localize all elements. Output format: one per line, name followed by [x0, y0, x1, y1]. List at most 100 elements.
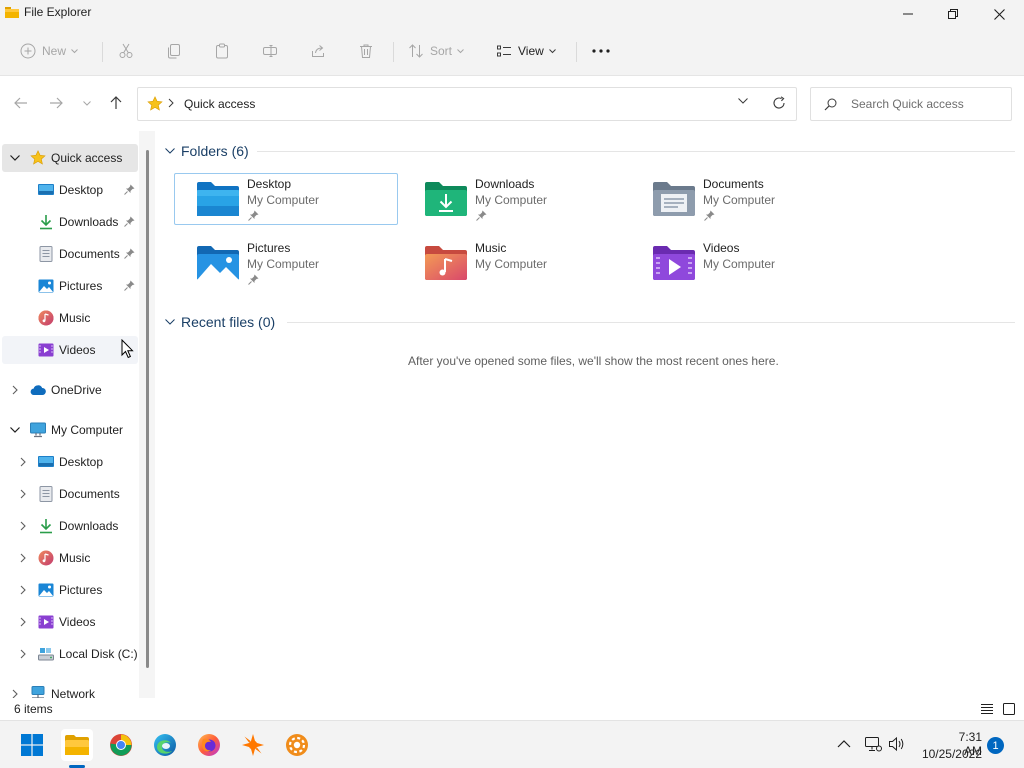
up-button[interactable]: [106, 93, 126, 113]
chevron-right-icon[interactable]: [17, 584, 29, 596]
folder-name: Pictures: [247, 241, 291, 255]
forward-button[interactable]: [46, 93, 66, 113]
nav-onedrive[interactable]: OneDrive: [2, 376, 138, 404]
close-button[interactable]: [976, 0, 1022, 28]
nav-label: Pictures: [59, 583, 103, 597]
sort-button[interactable]: Sort: [408, 38, 464, 64]
taskbar-firefox[interactable]: [193, 729, 225, 761]
pin-icon[interactable]: [124, 248, 135, 259]
folder-tile-documents[interactable]: Documents My Computer: [630, 173, 854, 225]
chevron-down-icon[interactable]: [738, 98, 748, 104]
view-button[interactable]: View: [496, 38, 556, 64]
nav-computer-documents[interactable]: Documents: [2, 480, 138, 508]
cut-button[interactable]: [118, 38, 134, 64]
nav-label: Desktop: [59, 183, 104, 197]
back-button[interactable]: [11, 93, 31, 113]
pin-icon[interactable]: [124, 280, 135, 291]
arrow-up-icon: [110, 96, 122, 109]
recent-group-header[interactable]: Recent files (0): [165, 312, 275, 332]
paste-button[interactable]: [214, 38, 230, 64]
nav-network[interactable]: Network: [2, 680, 138, 698]
nav-my-computer[interactable]: My Computer: [2, 416, 138, 444]
toolbar-separator: [102, 42, 103, 62]
chevron-right-icon[interactable]: [17, 488, 29, 500]
delete-button[interactable]: [358, 38, 374, 64]
chevron-right-icon[interactable]: [17, 648, 29, 660]
nav-computer-downloads[interactable]: Downloads: [2, 512, 138, 540]
chevron-right-icon[interactable]: [17, 616, 29, 628]
downloads-folder-icon: [425, 182, 467, 216]
maximize-button[interactable]: [930, 0, 976, 28]
recent-locations-button[interactable]: [77, 93, 97, 113]
nav-computer-desktop[interactable]: Desktop: [2, 448, 138, 476]
notification-badge[interactable]: 1: [987, 737, 1004, 754]
taskbar-avast[interactable]: [237, 729, 269, 761]
taskbar-chrome[interactable]: [105, 729, 137, 761]
rename-icon: [263, 45, 277, 57]
network-status-icon[interactable]: [864, 736, 882, 752]
start-button[interactable]: [16, 729, 48, 761]
nav-quick-downloads[interactable]: Downloads: [2, 208, 138, 236]
taskbar-edge[interactable]: [149, 729, 181, 761]
gear-icon: [286, 734, 308, 756]
music-folder-icon: [425, 246, 467, 280]
nav-quick-documents[interactable]: Documents: [2, 240, 138, 268]
pin-icon[interactable]: [124, 184, 135, 195]
search-box[interactable]: Search Quick access: [810, 87, 1012, 121]
group-divider: [287, 322, 1015, 323]
folder-tile-pictures[interactable]: Pictures My Computer: [174, 237, 398, 289]
folder-tile-desktop[interactable]: Desktop My Computer: [174, 173, 398, 225]
rename-button[interactable]: [262, 38, 278, 64]
nav-computer-videos[interactable]: Videos: [2, 608, 138, 636]
minimize-button[interactable]: [885, 0, 931, 28]
nav-quick-desktop[interactable]: Desktop: [2, 176, 138, 204]
chevron-down-icon[interactable]: [9, 152, 21, 164]
nav-computer-music[interactable]: Music: [2, 544, 138, 572]
nav-scrollbar-thumb[interactable]: [146, 150, 149, 668]
chevron-down-icon: [83, 100, 91, 106]
chevron-up-icon[interactable]: [837, 739, 851, 749]
nav-local-disk[interactable]: Local Disk (C:): [2, 640, 138, 668]
nav-computer-pictures[interactable]: Pictures: [2, 576, 138, 604]
tiles-view-icon[interactable]: [1001, 701, 1017, 717]
chevron-right-icon[interactable]: [9, 384, 21, 396]
chevron-right-icon: [168, 98, 174, 108]
status-bar: 6 items: [0, 698, 1024, 720]
chevron-right-icon[interactable]: [17, 552, 29, 564]
folder-tile-music[interactable]: Music My Computer: [402, 237, 626, 289]
nav-quick-access[interactable]: Quick access: [2, 144, 138, 172]
copy-button[interactable]: [166, 38, 182, 64]
arrow-right-icon: [50, 97, 63, 109]
taskbar-settings-app[interactable]: [281, 729, 313, 761]
share-button[interactable]: [310, 38, 326, 64]
nav-quick-pictures[interactable]: Pictures: [2, 272, 138, 300]
folder-tile-downloads[interactable]: Downloads My Computer: [402, 173, 626, 225]
taskbar-file-explorer[interactable]: [61, 729, 93, 761]
clock-date[interactable]: 10/25/2022: [920, 747, 982, 761]
document-icon: [39, 486, 53, 502]
see-more-button[interactable]: [592, 38, 610, 64]
nav-quick-music[interactable]: Music: [2, 304, 138, 332]
firefox-icon: [198, 734, 220, 756]
recent-empty-message: After you've opened some files, we'll sh…: [408, 354, 779, 368]
nav-label: Videos: [59, 615, 96, 629]
new-button[interactable]: New: [20, 38, 78, 64]
nav-quick-videos[interactable]: Videos: [2, 336, 138, 364]
chevron-down-icon[interactable]: [9, 424, 21, 436]
folders-group-header[interactable]: Folders (6): [165, 141, 249, 161]
refresh-icon[interactable]: [772, 96, 786, 110]
chevron-right-icon[interactable]: [17, 456, 29, 468]
pin-icon: [248, 210, 259, 221]
chevron-right-icon[interactable]: [17, 520, 29, 532]
view-list-icon: [497, 45, 511, 57]
pin-icon[interactable]: [124, 216, 135, 227]
music-icon: [38, 310, 54, 326]
address-bar[interactable]: Quick access: [137, 87, 797, 121]
chevron-right-icon[interactable]: [9, 688, 21, 698]
nav-label: Quick access: [51, 151, 123, 165]
details-view-icon[interactable]: [979, 701, 995, 717]
title-bar[interactable]: File Explorer: [0, 0, 1024, 28]
volume-icon[interactable]: [888, 736, 906, 752]
search-input[interactable]: Search Quick access: [851, 97, 964, 111]
folder-tile-videos[interactable]: Videos My Computer: [630, 237, 854, 289]
